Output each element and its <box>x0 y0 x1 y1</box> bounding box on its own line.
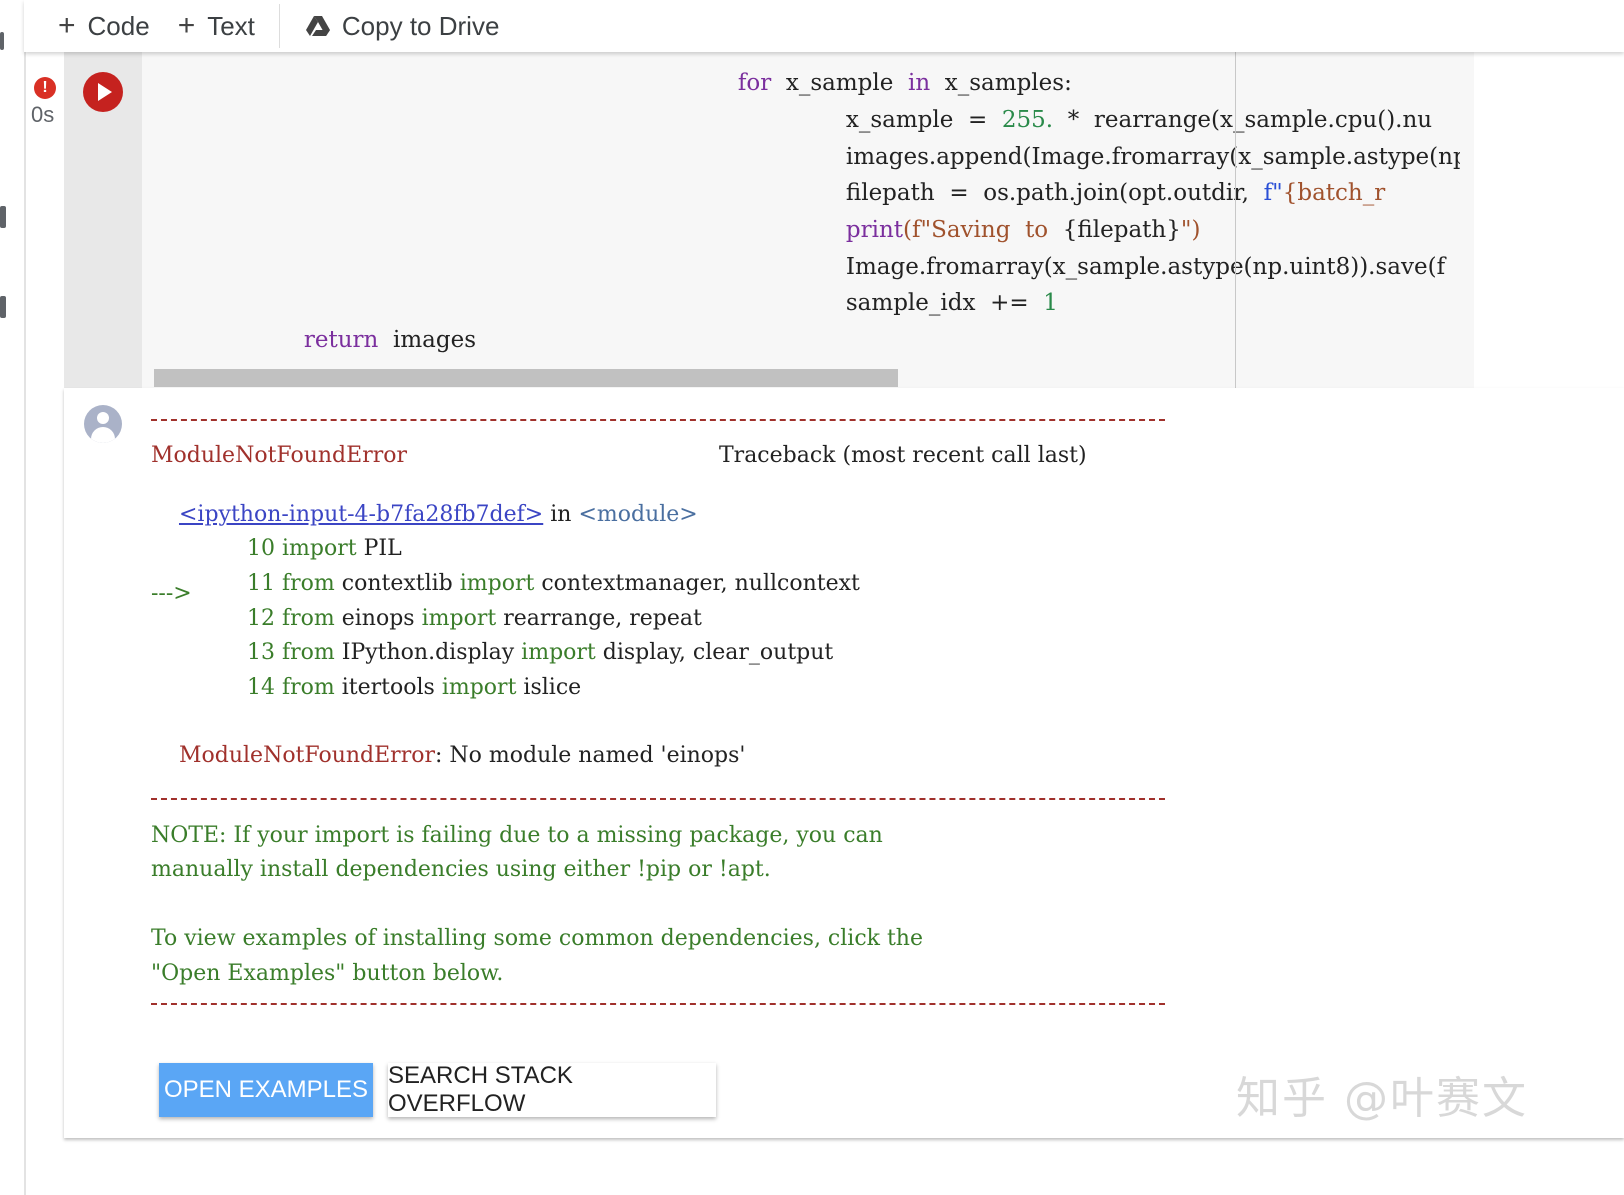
output-avatar-icon <box>84 405 122 443</box>
note-text: manually install dependencies using eith… <box>151 857 771 882</box>
code-line: sample_idx += 1 <box>845 290 1058 316</box>
open-examples-button[interactable]: OPEN EXAMPLES <box>159 1063 373 1117</box>
copy-to-drive-button[interactable]: Copy to Drive <box>302 6 514 46</box>
horizontal-scrollbar[interactable] <box>154 369 898 387</box>
add-text-button[interactable]: + Text <box>164 6 269 46</box>
code-snippets-icon[interactable] <box>0 206 6 228</box>
code-line: return images <box>303 327 476 353</box>
add-code-button[interactable]: + Code <box>44 6 164 46</box>
divider <box>151 798 1165 800</box>
divider <box>151 1003 1165 1005</box>
notebook-toolbar: + Code + Text Copy to Drive <box>24 0 1624 52</box>
error-name: ModuleNotFoundError <box>151 443 407 468</box>
add-code-label: Code <box>87 10 150 41</box>
search-stack-overflow-button[interactable]: SEARCH STACK OVERFLOW <box>388 1062 716 1117</box>
execution-time: 0s <box>31 102 55 127</box>
code-editor[interactable]: for x_sample in x_samples: x_sample = 25… <box>142 52 1474 388</box>
code-text: for x_sample in x_samples: x_sample = 25… <box>142 52 1460 372</box>
note-text: NOTE: If your import is failing due to a… <box>151 823 883 848</box>
add-text-label: Text <box>207 10 255 41</box>
drive-icon <box>305 16 330 36</box>
watermark: 知乎 @叶赛文 <box>1236 1073 1528 1124</box>
note-text: "Open Examples" button below. <box>151 961 504 986</box>
error-message: ModuleNotFoundError: No module named 'ei… <box>178 743 746 768</box>
run-cell-button[interactable] <box>83 72 123 112</box>
files-icon[interactable] <box>0 296 6 318</box>
toolbar-divider <box>278 4 280 48</box>
error-badge-icon: ! <box>34 77 56 99</box>
plus-icon: + <box>58 9 76 42</box>
traceback-header: Traceback (most recent call last) <box>719 443 1087 468</box>
traceback-line: 14 from itertools import islice <box>246 675 582 700</box>
plus-icon: + <box>177 9 196 42</box>
left-rail <box>0 0 26 1195</box>
ruler-line <box>1235 52 1236 388</box>
cell-output: ModuleNotFoundError Traceback (most rece… <box>64 388 1624 1138</box>
divider <box>151 419 1165 421</box>
copy-to-drive-label: Copy to Drive <box>341 10 500 41</box>
traceback-arrow: ---> <box>151 581 192 606</box>
menu-icon[interactable] <box>0 32 4 50</box>
note-text: To view examples of installing some comm… <box>151 926 923 951</box>
